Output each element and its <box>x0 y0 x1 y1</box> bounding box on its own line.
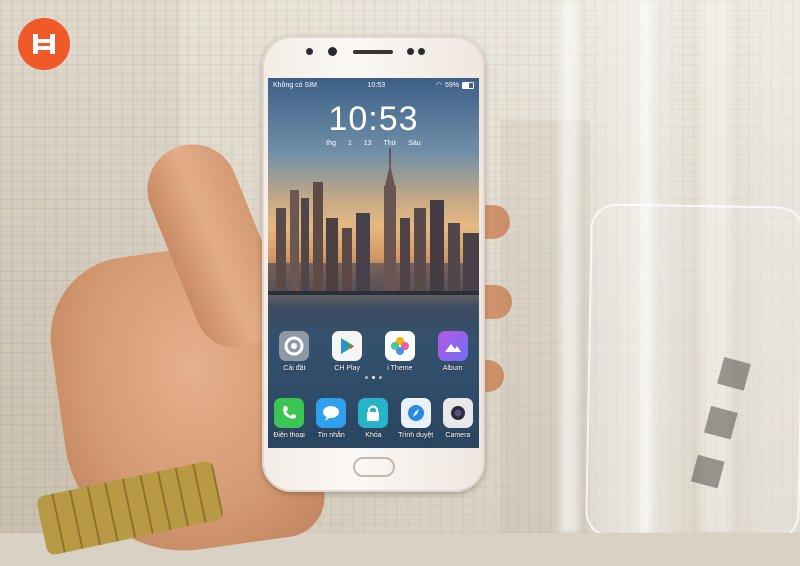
lock-icon <box>358 398 389 428</box>
browser-icon <box>400 398 431 428</box>
dock-label: Trình duyệt <box>398 432 434 439</box>
dock-label: Tin nhắn <box>317 432 345 439</box>
dock-messages[interactable]: Tin nhắn <box>311 398 351 439</box>
app-album[interactable]: Album <box>433 331 473 372</box>
page-dot <box>379 376 382 379</box>
battery-icon <box>462 81 474 89</box>
status-bar: Không có SIM 10:53 ◠ 59% <box>268 78 479 92</box>
app-theme[interactable]: i Theme <box>380 331 420 372</box>
brand-logo <box>18 18 70 70</box>
lock-screen[interactable]: Không có SIM 10:53 ◠ 59% 10:53 thg 1 13 … <box>268 78 479 448</box>
page-indicator <box>268 376 479 379</box>
app-label: CH Play <box>334 365 360 372</box>
date-label: thg 1 13 <box>326 140 372 147</box>
album-icon <box>437 331 468 361</box>
smartphone: Không có SIM 10:53 ◠ 59% 10:53 thg 1 13 … <box>262 36 485 492</box>
wifi-icon: ◠ <box>435 82 442 89</box>
home-button[interactable] <box>353 457 395 477</box>
dock-label: Khóa <box>365 432 382 439</box>
page-dot <box>365 376 368 379</box>
app-settings[interactable]: Cài đặt <box>274 331 314 372</box>
app-row: Cài đặt CH Play i Theme Album <box>268 331 479 372</box>
dock-label: Điện thoại <box>273 432 305 439</box>
lock-clock: 10:53 <box>328 100 419 138</box>
clear-phone-case <box>585 203 800 533</box>
message-icon <box>316 398 347 428</box>
dock: Điện thoại Tin nhắn Khóa Trình duyệt Cam… <box>268 398 479 439</box>
app-label: Album <box>442 365 463 372</box>
app-play-store[interactable]: CH Play <box>327 331 367 372</box>
app-label: i Theme <box>387 365 413 372</box>
weekday-label: Thứ Sáu <box>383 140 421 147</box>
page-dot-active <box>372 376 375 379</box>
sensor-dot <box>418 48 425 55</box>
battery-percent: 59% <box>444 81 459 89</box>
dock-camera[interactable]: Camera <box>438 398 478 439</box>
carrier-label: Không có SIM <box>273 81 317 89</box>
phone-icon <box>274 398 305 428</box>
dock-phone[interactable]: Điện thoại <box>269 398 309 439</box>
dock-label: Camera <box>445 432 471 439</box>
logo-mark-icon <box>33 34 55 54</box>
theme-icon <box>384 331 415 361</box>
settings-icon <box>279 331 310 361</box>
camera-icon <box>442 398 473 428</box>
dock-browser[interactable]: Trình duyệt <box>396 398 436 439</box>
light-streak <box>560 0 578 533</box>
status-time: 10:53 <box>367 81 386 89</box>
dock-lock[interactable]: Khóa <box>353 398 393 439</box>
earpiece-speaker <box>353 50 393 54</box>
app-label: Cài đặt <box>283 365 306 372</box>
front-camera-icon <box>407 48 414 55</box>
front-camera-icon <box>328 47 337 56</box>
play-store-icon <box>332 331 363 361</box>
sensor-dot <box>306 48 313 55</box>
lock-date: thg 1 13 Thứ Sáu <box>268 140 479 147</box>
